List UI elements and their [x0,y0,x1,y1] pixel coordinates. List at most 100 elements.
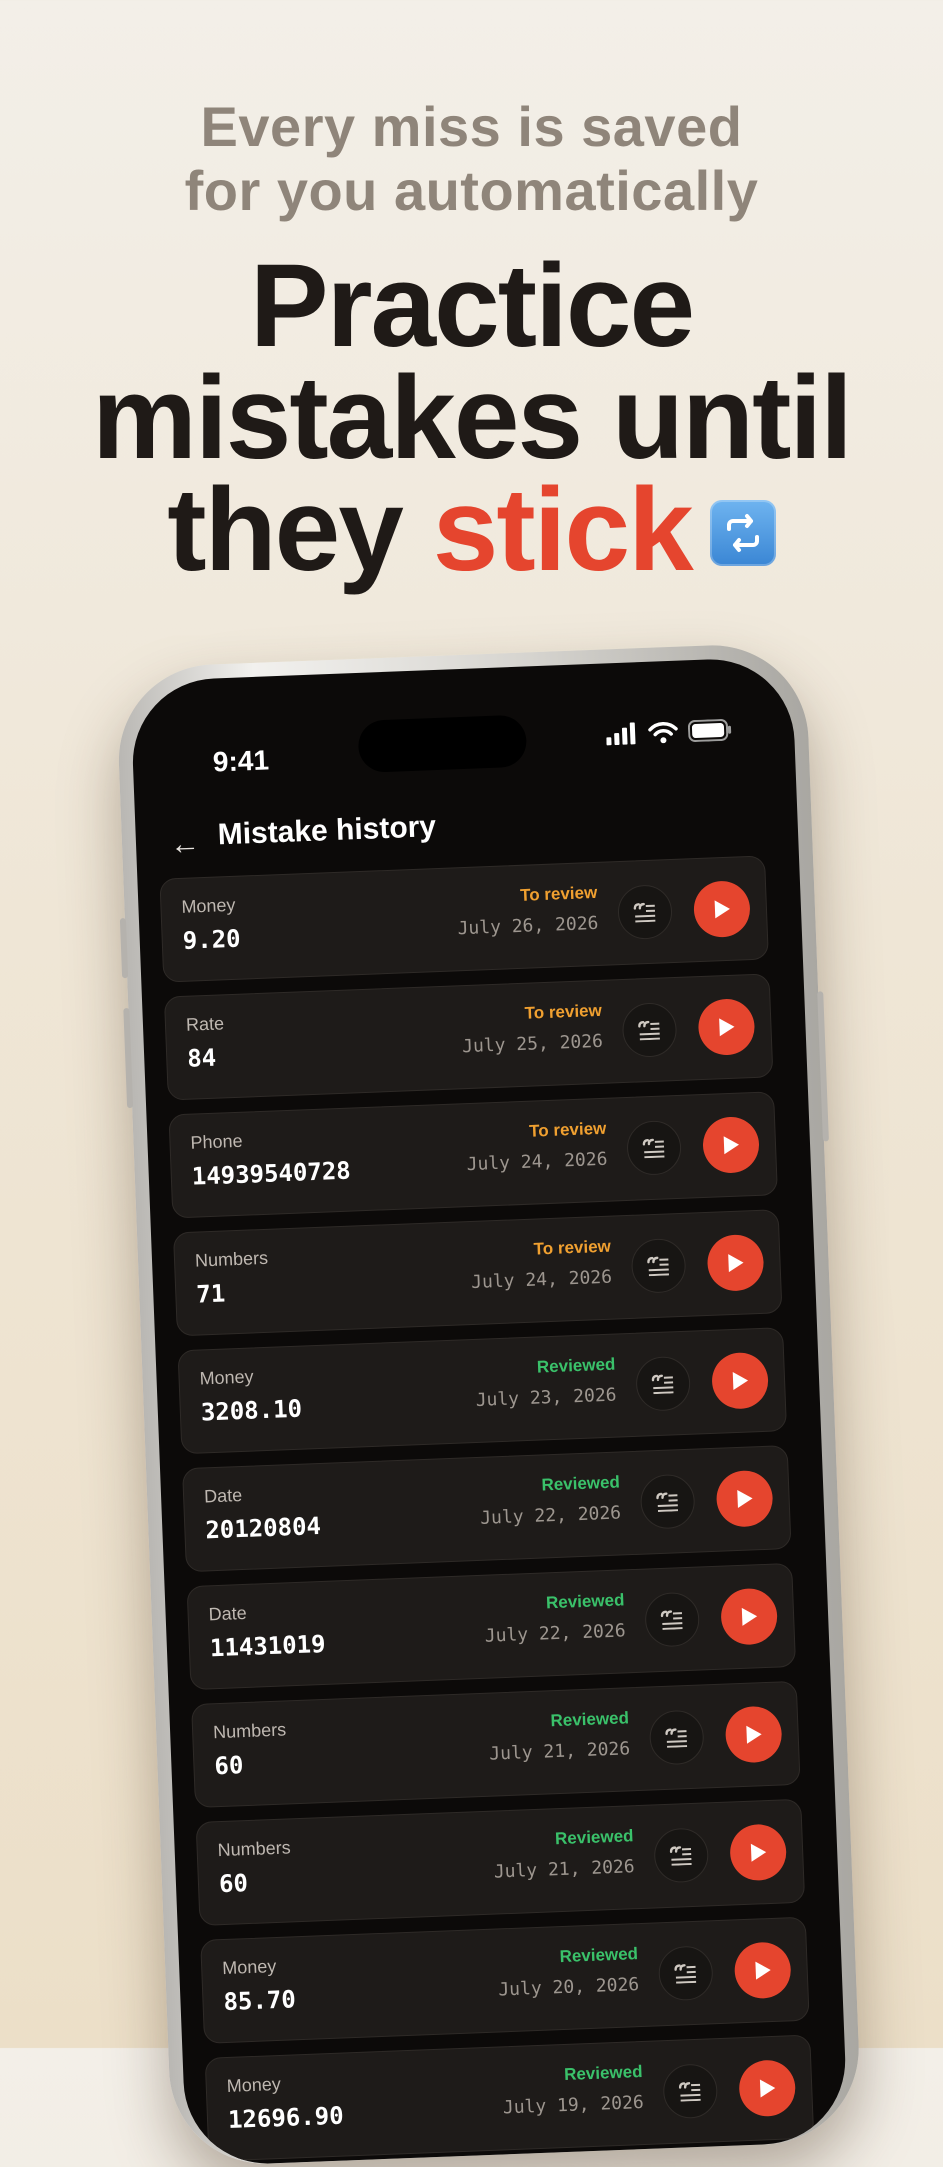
transcript-button[interactable] [658,1945,714,2001]
mistake-status-badge: Reviewed [550,1708,629,1731]
battery-icon [688,719,733,743]
mistake-date: July 19, 2026 [503,2092,645,2118]
quote-lines-icon [664,1727,689,1748]
transcript-button[interactable] [635,1356,691,1412]
play-button[interactable] [720,1588,778,1646]
mistake-value: 14939540728 [191,1157,351,1191]
transcript-button[interactable] [617,884,673,940]
transcript-button[interactable] [631,1238,687,1294]
mistake-category: Numbers [217,1837,291,1861]
mistake-status-badge: To review [533,1237,611,1260]
mistake-row[interactable]: Money3208.10ReviewedJuly 23, 2026 [177,1327,787,1454]
mistake-date: July 24, 2026 [471,1267,613,1293]
transcript-button[interactable] [662,2063,718,2119]
mistake-category: Numbers [213,1719,287,1743]
play-button[interactable] [697,998,755,1056]
mistake-row[interactable]: Money85.70ReviewedJuly 20, 2026 [200,1917,810,2044]
transcript-button[interactable] [649,1709,705,1765]
play-button[interactable] [725,1705,783,1763]
mistake-date: July 24, 2026 [466,1149,608,1175]
play-icon [757,2077,778,2100]
mistake-status-badge: To review [520,883,598,906]
mistake-category: Money [226,2074,281,2097]
play-button[interactable] [734,1941,792,1999]
mistake-row[interactable]: Numbers 60 Reviewed July 21, 2026 [196,1799,806,1926]
mistake-value: 85.70 [223,1985,296,2016]
play-button[interactable] [716,1470,774,1528]
mistake-row[interactable]: Money 9.20 To review July 26, 2026 [159,855,769,982]
promo-headline: Practice mistakes until they stick [0,250,943,586]
promo-subtitle: Every miss is saved for you automaticall… [0,95,943,223]
mistake-status-badge: Reviewed [564,2062,643,2085]
mistake-category: Money [181,895,236,918]
headline-line-1: Practice [0,250,943,362]
play-icon [739,1605,760,1628]
mistake-status-badge: Reviewed [541,1472,620,1495]
mistake-category: Money [199,1366,254,1389]
quote-lines-icon [660,1609,685,1630]
mistake-value: 11431019 [209,1630,326,1662]
mistake-list: Money 9.20 To review July 26, 2026 Rate 84 To … [159,855,814,2166]
headline-line-3: they stick [0,474,943,586]
status-time: 9:41 [212,744,269,778]
headline-line-2: mistakes until [0,362,943,474]
quote-lines-icon [673,1963,698,1984]
play-button[interactable] [702,1116,760,1174]
mistake-status-badge: Reviewed [559,1944,638,1967]
mistake-row[interactable]: Numbers 71 To review July 24, 2026 [173,1209,783,1336]
quote-lines-icon [655,1491,680,1512]
mistake-category: Numbers [195,1248,269,1272]
headline-word: they [167,464,402,596]
mistake-row[interactable]: Phone14939540728To reviewJuly 24, 2026 [168,1091,778,1218]
transcript-button[interactable] [626,1120,682,1176]
mistake-date: July 25, 2026 [462,1031,604,1057]
mistake-category: Date [204,1485,243,1507]
back-arrow-icon[interactable]: ← [169,827,200,862]
mistake-row[interactable]: Rate 84 To review July 25, 2026 [164,973,774,1100]
play-button[interactable] [738,2059,796,2117]
mistake-date: July 20, 2026 [498,1974,640,2000]
quote-lines-icon [678,2081,703,2102]
quote-lines-icon [633,902,658,923]
mistake-value: 84 [187,1044,217,1073]
wifi-icon [648,721,679,744]
mistake-row[interactable]: Money 12696.90 Reviewed July 19, 2026 [205,2035,815,2162]
page-title: Mistake history [217,810,437,852]
transcript-button[interactable] [622,1002,678,1058]
mistake-value: 9.20 [182,925,241,955]
repeat-arrows-icon [710,500,776,566]
play-button[interactable] [711,1352,769,1410]
subtitle-line-1: Every miss is saved [0,95,943,159]
transcript-button[interactable] [640,1474,696,1530]
mistake-status-badge: To review [529,1119,607,1142]
signal-icon [606,722,639,745]
play-icon [712,898,733,921]
mistake-date: July 22, 2026 [480,1502,622,1528]
headline-accent-word: stick [433,464,692,596]
play-icon [730,1369,751,1392]
mistake-status-badge: Reviewed [555,1826,634,1849]
play-icon [748,1841,769,1864]
mistake-date: July 26, 2026 [457,913,599,939]
mistake-category: Date [208,1603,247,1625]
play-button[interactable] [729,1823,787,1881]
mistake-value: 60 [218,1869,248,1898]
mistake-status-badge: Reviewed [546,1590,625,1613]
transcript-button[interactable] [644,1592,700,1648]
transcript-button[interactable] [653,1827,709,1883]
mistake-category: Rate [186,1013,225,1035]
mistake-row[interactable]: Date20120804ReviewedJuly 22, 2026 [182,1445,792,1572]
mistake-value: 71 [196,1279,226,1308]
mistake-row[interactable]: Date11431019ReviewedJuly 22, 2026 [187,1563,797,1690]
mistake-row[interactable]: Numbers60ReviewedJuly 21, 2026 [191,1681,801,1808]
mistake-value: 3208.10 [200,1395,302,1427]
mistake-value: 12696.90 [228,2102,345,2134]
mistake-status-badge: Reviewed [537,1355,616,1378]
play-button[interactable] [706,1234,764,1292]
play-icon [734,1487,755,1510]
mistake-date: July 21, 2026 [493,1856,635,1882]
phone-mockup: 9:41 ← Mistake history Money 9.20 To revie… [115,642,862,2167]
quote-lines-icon [651,1373,676,1394]
mistake-status-badge: To review [524,1001,602,1024]
play-button[interactable] [693,880,751,938]
